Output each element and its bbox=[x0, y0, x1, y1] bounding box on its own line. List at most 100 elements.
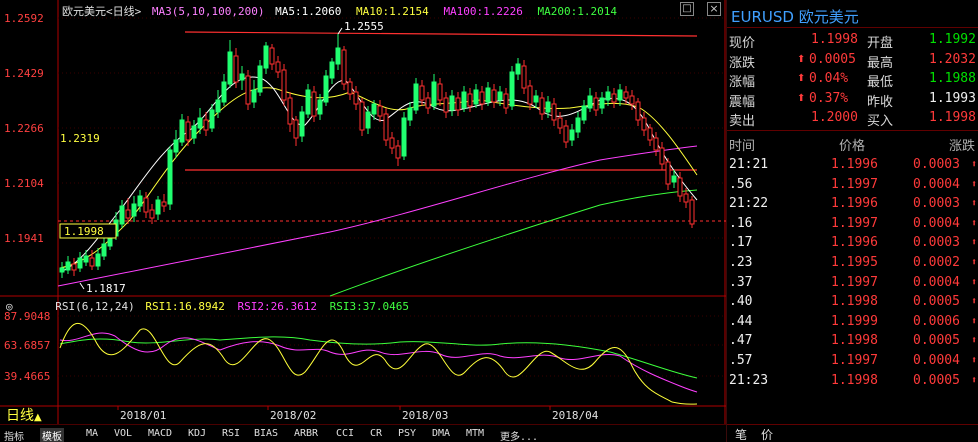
ma5-value: MA5:1.2060 bbox=[275, 5, 342, 18]
quote-row: 现价 1.1998 开盘 1.1992 bbox=[727, 30, 978, 51]
quote-value: 0.04% bbox=[809, 71, 849, 86]
quote-value: 1.1998 bbox=[929, 110, 976, 125]
arrow-up-icon: ⬆ bbox=[971, 315, 978, 327]
ma-indicator-label[interactable]: MA3(5,10,100,200) bbox=[152, 5, 265, 18]
arrow-up-icon: ⬆ bbox=[971, 178, 978, 190]
quote-row: 震幅 ⬆ 0.37% 昨收 1.1993 bbox=[727, 89, 978, 110]
toolbar-item-cci[interactable]: CCI bbox=[336, 428, 354, 439]
quote-row: 涨跌 ⬆ 0.0005 最高 1.2032 bbox=[727, 50, 978, 71]
tick-change: 0.0004 bbox=[913, 274, 960, 290]
tick-change: 0.0003 bbox=[913, 196, 960, 212]
candlestick-series bbox=[59, 34, 695, 278]
resistance-line bbox=[184, 31, 698, 37]
price-axis: 1.2592 1.2429 1.2266 1.2104 1.1941 bbox=[4, 12, 726, 245]
last-price-label: 1.1998 bbox=[64, 225, 104, 238]
toolbar-item-mtm[interactable]: MTM bbox=[466, 428, 484, 439]
rsi-tick: 39.4665 bbox=[4, 370, 50, 383]
tick-change: 0.0002 bbox=[913, 255, 960, 270]
tick-price: 1.1997 bbox=[831, 353, 878, 368]
period-selector[interactable]: 日线▲ bbox=[6, 405, 42, 425]
period-label: 日线 bbox=[6, 408, 34, 424]
rsi3-line bbox=[59, 336, 698, 379]
date-tick: 2018/04 bbox=[552, 409, 599, 422]
arrow-up-icon: ⬆ bbox=[971, 374, 978, 386]
ma200-line bbox=[329, 189, 698, 297]
tick-price: 1.1996 bbox=[831, 196, 878, 212]
toolbar-item-cr[interactable]: CR bbox=[370, 428, 382, 439]
quote-value: 1.2032 bbox=[929, 51, 976, 67]
tick-price: 1.1996 bbox=[831, 235, 878, 251]
rsi1-line bbox=[59, 322, 698, 405]
arrow-up-icon: ⬆ bbox=[797, 73, 806, 84]
ma10-value: MA10:1.2154 bbox=[355, 5, 429, 18]
tick-row[interactable]: 21:22 1.1996 0.0003 ⬆ bbox=[727, 194, 978, 213]
footer-tab-ticks[interactable]: 笔 bbox=[735, 426, 747, 442]
tick-time: .57 bbox=[729, 353, 753, 368]
arrow-up-icon: ⬆ bbox=[971, 257, 978, 268]
toolbar-item-arbr[interactable]: ARBR bbox=[294, 428, 318, 439]
arrow-up-icon: ⬆ bbox=[797, 92, 806, 104]
tick-row[interactable]: 21:21 1.1996 0.0003 ⬆ bbox=[727, 155, 978, 174]
tick-row[interactable]: .56 1.1997 0.0004 ⬆ bbox=[727, 175, 978, 194]
toolbar-item-psy[interactable]: PSY bbox=[398, 428, 416, 439]
arrow-up-icon: ⬆ bbox=[971, 217, 978, 229]
price-tick: 1.2592 bbox=[4, 12, 44, 25]
tick-time: 21:23 bbox=[729, 372, 769, 388]
toolbar-item-kdj[interactable]: KDJ bbox=[188, 428, 206, 439]
panel-footer: 笔 价 bbox=[727, 424, 978, 442]
tick-row[interactable]: .23 1.1995 0.0002 ⬆ bbox=[727, 253, 978, 272]
toolbar-item-dma[interactable]: DMA bbox=[432, 428, 450, 439]
toolbar-item-bias[interactable]: BIAS bbox=[254, 428, 278, 439]
tick-change: 0.0006 bbox=[913, 313, 960, 329]
quote-label: 现价 bbox=[729, 36, 756, 51]
tick-row[interactable]: .40 1.1998 0.0005 ⬆ bbox=[727, 292, 978, 311]
tick-price: 1.1999 bbox=[831, 313, 878, 329]
price-tick: 1.2266 bbox=[4, 122, 44, 135]
mid-annotation: 1.2319 bbox=[60, 132, 100, 145]
quote-label: 卖出 bbox=[729, 114, 756, 129]
tick-price: 1.1997 bbox=[831, 215, 878, 231]
quote-panel: EURUSD 欧元美元 现价 1.1998 开盘 1.1992 涨跌 ⬆ 0.0005 最高 1… bbox=[726, 0, 978, 442]
tick-row[interactable]: .44 1.1999 0.0006 ⬆ bbox=[727, 312, 978, 331]
tick-row[interactable]: .37 1.1997 0.0004 ⬆ bbox=[727, 273, 978, 292]
tick-row[interactable]: .57 1.1997 0.0004 ⬆ bbox=[727, 351, 978, 370]
toolbar-item-indicator[interactable]: 指标 bbox=[4, 428, 24, 442]
toolbar-item-vol[interactable]: VOL bbox=[114, 428, 132, 439]
toolbar-item-ma[interactable]: MA bbox=[86, 428, 98, 439]
high-annotation: 1.2555 bbox=[344, 20, 384, 33]
toolbar-item-rsi[interactable]: RSI bbox=[222, 428, 240, 439]
tick-change: 0.0005 bbox=[913, 372, 960, 388]
ma200-value: MA200:1.2014 bbox=[537, 5, 618, 18]
tick-change: 0.0004 bbox=[913, 215, 960, 231]
close-button[interactable]: × bbox=[707, 2, 721, 16]
footer-tab-price[interactable]: 价 bbox=[761, 426, 773, 442]
indicator-toolbar: 指标 模板 MA VOL MACD KDJ RSI BIAS ARBR CCI … bbox=[0, 424, 726, 442]
tick-row[interactable]: .17 1.1996 0.0003 ⬆ bbox=[727, 233, 978, 252]
rsi1-value: RSI1:16.8942 bbox=[145, 300, 225, 313]
quote-value: 1.1998 bbox=[811, 32, 858, 47]
quote-value: 1.2000 bbox=[811, 110, 858, 125]
quote-label: 涨跌 bbox=[729, 55, 756, 71]
tick-time: 21:22 bbox=[729, 196, 769, 212]
tick-time: .17 bbox=[729, 235, 753, 251]
tick-row[interactable]: .16 1.1997 0.0004 ⬆ bbox=[727, 214, 978, 233]
toolbar-item-macd[interactable]: MACD bbox=[148, 428, 172, 439]
quote-label: 震幅 bbox=[729, 94, 756, 110]
tick-price: 1.1998 bbox=[831, 333, 878, 349]
tick-time: 21:21 bbox=[729, 157, 769, 172]
rsi-legend: ◎ RSI(6,12,24) RSI1:16.8942 RSI2:26.3612… bbox=[6, 300, 409, 313]
restore-button[interactable]: □ bbox=[680, 2, 694, 16]
tick-row[interactable]: 21:23 1.1998 0.0005 ⬆ bbox=[727, 371, 978, 390]
rsi-label[interactable]: RSI(6,12,24) bbox=[55, 300, 134, 313]
tick-price: 1.1997 bbox=[831, 176, 878, 192]
price-chart[interactable]: 1.2592 1.2429 1.2266 1.2104 1.1941 1.255… bbox=[0, 0, 726, 442]
toolbar-item-template[interactable]: 模板 bbox=[40, 428, 64, 442]
tick-change: 0.0003 bbox=[913, 235, 960, 251]
arrow-up-icon: ⬆ bbox=[971, 355, 978, 366]
toolbar-item-more[interactable]: 更多... bbox=[500, 428, 538, 442]
tick-row[interactable]: .47 1.1998 0.0005 ⬆ bbox=[727, 331, 978, 350]
rsi-collapse-icon: ◎ bbox=[6, 300, 13, 313]
low-annotation: 1.1817 bbox=[86, 282, 126, 295]
tick-price: 1.1995 bbox=[831, 255, 878, 270]
date-tick: 2018/01 bbox=[120, 409, 166, 422]
